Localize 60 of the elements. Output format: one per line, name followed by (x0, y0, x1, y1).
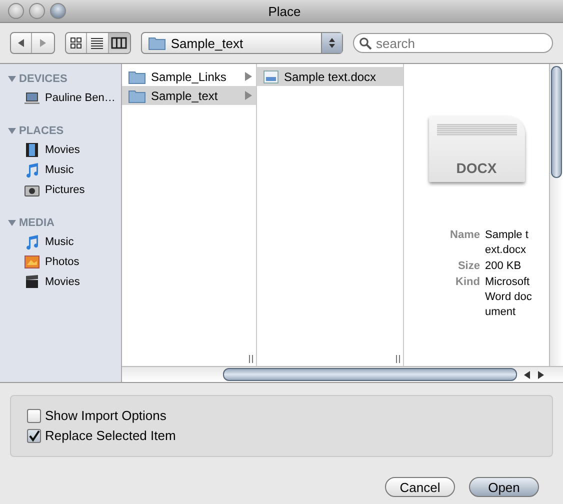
document-preview-icon: DOCX (428, 116, 524, 182)
up-down-arrows-icon (328, 36, 336, 50)
sidebar-item[interactable]: Movies (45, 144, 80, 156)
info-value: Sample text.docx (484, 228, 530, 258)
open-button[interactable]: Open (469, 477, 539, 497)
document-icon (263, 70, 279, 84)
minimize-button[interactable] (29, 3, 45, 19)
column-resize-handle[interactable] (396, 355, 400, 363)
folder-icon (128, 88, 146, 102)
sidebar-item[interactable]: Music (45, 164, 74, 176)
left-arrow-icon (16, 38, 26, 48)
cancel-button[interactable]: Cancel (385, 477, 455, 497)
note-icon (24, 234, 40, 250)
scroll-right-icon[interactable] (537, 370, 545, 378)
disclosure-triangle-icon (8, 219, 16, 227)
search-field[interactable]: search (353, 33, 554, 53)
film-icon (24, 142, 40, 158)
photo-icon (24, 254, 40, 270)
info-value: Microsoft Word document (484, 275, 533, 320)
sidebar-item[interactable]: Pauline Ben… (45, 92, 116, 104)
disclosure-triangle-icon (8, 75, 16, 83)
file-list-item[interactable]: Sample_text (122, 86, 256, 105)
columns-icon (111, 37, 128, 49)
folder-icon (128, 70, 146, 84)
checkbox[interactable] (27, 428, 41, 442)
file-list-item[interactable]: Sample_Links (122, 67, 256, 86)
info-label: Kind (454, 275, 480, 290)
right-arrow-icon (38, 38, 48, 48)
note-icon (24, 162, 40, 178)
info-label: Name (450, 228, 480, 243)
window-title: Place (268, 4, 301, 18)
checkmark-icon (28, 430, 40, 442)
checkbox-label[interactable]: Show Import Options (45, 408, 166, 423)
checkbox-label[interactable]: Replace Selected Item (45, 428, 176, 443)
horizontal-scrollbar[interactable] (122, 366, 563, 382)
column-view-button[interactable] (108, 33, 130, 53)
chevron-right-icon (245, 91, 252, 100)
sidebar-item[interactable]: Photos (45, 256, 80, 268)
navigation-control[interactable] (10, 32, 55, 54)
chevron-right-icon (245, 72, 252, 81)
grid-icon (70, 37, 82, 49)
disclosure-triangle-icon (8, 127, 16, 135)
clapper-icon (24, 274, 40, 290)
checkbox[interactable] (27, 408, 41, 422)
laptop-icon (24, 90, 40, 106)
scroll-left-icon[interactable] (523, 370, 531, 378)
info-label: Size (456, 259, 480, 274)
sidebar-item[interactable]: Music (45, 236, 74, 248)
folder-icon (148, 36, 166, 50)
location-dropdown[interactable]: Sample_text (140, 32, 344, 54)
info-value: 200 KB (484, 259, 522, 274)
list-icon (90, 37, 104, 49)
vertical-scrollbar[interactable] (549, 64, 563, 366)
view-mode-control[interactable] (64, 32, 131, 54)
sidebar-item[interactable]: Pictures (45, 184, 85, 196)
sidebar-item[interactable]: Movies (45, 276, 80, 288)
column-resize-handle[interactable] (249, 355, 253, 363)
search-icon (359, 37, 372, 50)
close-button[interactable] (8, 3, 24, 19)
file-list-item[interactable]: Sample text.docx (257, 67, 403, 86)
